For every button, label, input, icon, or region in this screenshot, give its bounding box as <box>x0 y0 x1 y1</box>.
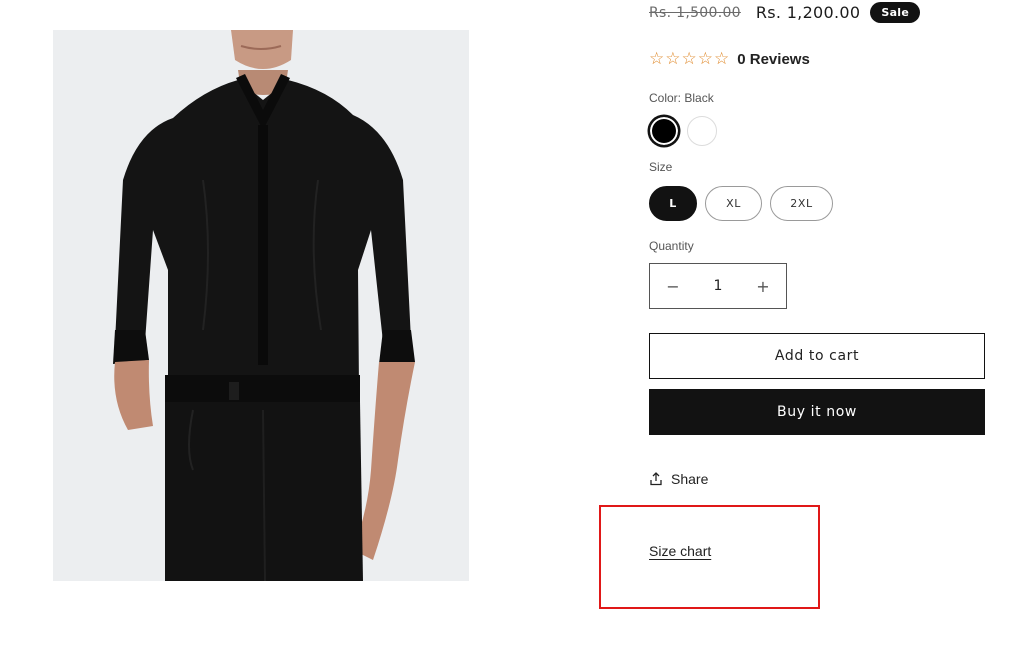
quantity-label: Quantity <box>649 239 694 253</box>
price-row: Rs. 1,500.00 Rs. 1,200.00 Sale <box>649 2 921 23</box>
share-icon <box>650 472 662 486</box>
quantity-stepper: − 1 + <box>649 263 787 309</box>
color-swatch-black[interactable] <box>649 116 679 146</box>
star-outline-icon: ☆ <box>697 49 713 69</box>
star-rating: ☆ ☆ ☆ ☆ ☆ <box>649 51 729 68</box>
share-label: Share <box>671 471 709 487</box>
reviews-count[interactable]: 0 Reviews <box>737 51 810 68</box>
buy-now-button[interactable]: Buy it now <box>649 389 985 435</box>
model-black-shirt-illustration <box>53 30 469 581</box>
compare-at-price: Rs. 1,500.00 <box>649 4 741 21</box>
star-outline-icon: ☆ <box>665 49 681 69</box>
quantity-input[interactable]: 1 <box>714 278 723 294</box>
highlight-box <box>599 505 820 609</box>
size-option-xl[interactable]: XL <box>705 186 762 221</box>
sale-badge: Sale <box>870 2 921 23</box>
size-option-2xl[interactable]: 2XL <box>770 186 833 221</box>
sale-price: Rs. 1,200.00 <box>755 3 861 22</box>
star-outline-icon: ☆ <box>714 49 730 69</box>
size-label: Size <box>649 160 673 174</box>
color-swatches <box>649 116 717 146</box>
star-outline-icon: ☆ <box>649 49 665 69</box>
size-options: L XL 2XL <box>649 186 833 221</box>
rating-row[interactable]: ☆ ☆ ☆ ☆ ☆ 0 Reviews <box>649 51 810 69</box>
quantity-decrease-button[interactable]: − <box>664 277 682 296</box>
product-image[interactable] <box>53 30 469 581</box>
color-label: Color: Black <box>649 91 714 105</box>
quantity-increase-button[interactable]: + <box>754 277 772 296</box>
star-outline-icon: ☆ <box>681 49 697 69</box>
color-swatch-white[interactable] <box>687 116 717 146</box>
share-button[interactable]: Share <box>649 471 708 487</box>
size-option-l[interactable]: L <box>649 186 697 221</box>
add-to-cart-button[interactable]: Add to cart <box>649 333 985 379</box>
